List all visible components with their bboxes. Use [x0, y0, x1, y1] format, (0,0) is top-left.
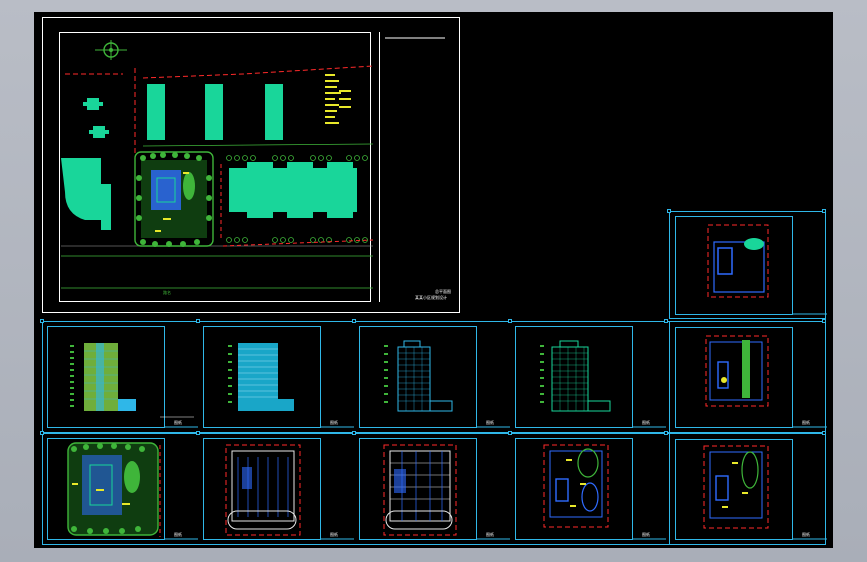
site-plan-sheet[interactable]: 路名 总平面图 某某小区规划设计 — [42, 17, 460, 313]
roof-plan-graphics — [707, 224, 827, 315]
grip-handle[interactable] — [196, 319, 200, 323]
title-block-line-1: 总平面图 — [435, 289, 451, 294]
row-plans: 图纸 图纸 图纸 图纸 图纸 — [42, 433, 827, 545]
sheet-ground-floor-plan[interactable]: 图纸 — [510, 433, 666, 545]
grip-handle[interactable] — [196, 431, 200, 435]
row-elevations: 图纸 图纸 图纸 图纸 图纸 — [42, 321, 827, 433]
sheet-second-floor-plan[interactable]: 图纸 — [669, 433, 827, 545]
road-label: 路名 — [163, 290, 171, 295]
sheet-basement-plan-2[interactable]: 图纸 — [354, 433, 510, 545]
grip-handle[interactable] — [352, 319, 356, 323]
title-block-line-2: 某某小区规划设计 — [415, 295, 447, 300]
basement-1-graphics — [225, 444, 354, 540]
grip-handle[interactable] — [667, 209, 671, 213]
grip-handle[interactable] — [822, 431, 826, 435]
grip-handle[interactable] — [664, 431, 668, 435]
elevation-3-stamp: 图纸 — [486, 420, 494, 425]
elevation-1-graphics — [70, 343, 198, 428]
grip-handle[interactable] — [40, 431, 44, 435]
basement-2-graphics — [383, 444, 510, 540]
grip-handle[interactable] — [508, 431, 512, 435]
elevation-2-stamp: 图纸 — [330, 420, 338, 425]
grip-handle[interactable] — [822, 209, 826, 213]
elevation-1-stamp: 图纸 — [174, 420, 182, 425]
elevation-3-graphics — [384, 340, 510, 428]
ground-floor-graphics — [543, 444, 666, 540]
upper-floor-stamp: 图纸 — [802, 420, 810, 425]
site-plan-graphics — [61, 37, 445, 289]
grip-handle[interactable] — [822, 319, 826, 323]
cad-model-space[interactable]: 路名 总平面图 某某小区规划设计 图纸 图纸 图纸 图纸 图纸 图纸 图纸 图纸… — [34, 12, 833, 548]
elevation-4-stamp: 图纸 — [642, 420, 650, 425]
grip-handle[interactable] — [664, 319, 668, 323]
sheet-elevation-1[interactable]: 图纸 — [42, 321, 198, 433]
second-floor-stamp: 图纸 — [802, 532, 810, 537]
sheet-upper-floor-plan[interactable]: 图纸 — [669, 321, 827, 433]
upper-floor-graphics — [705, 335, 827, 428]
north-arrow-icon — [95, 40, 127, 60]
second-floor-graphics — [703, 445, 827, 540]
sheet-elevation-3[interactable]: 图纸 — [354, 321, 510, 433]
sheet-site-detail[interactable]: 图纸 — [42, 433, 198, 545]
sheet-elevation-2[interactable]: 图纸 — [198, 321, 354, 433]
site-detail-stamp: 图纸 — [174, 532, 182, 537]
grip-handle[interactable] — [508, 319, 512, 323]
grip-handle[interactable] — [40, 319, 44, 323]
elevation-2-graphics — [228, 343, 354, 428]
site-detail-graphics — [67, 442, 198, 540]
sheet-basement-plan-1[interactable]: 图纸 — [198, 433, 354, 545]
grip-handle[interactable] — [352, 431, 356, 435]
sheet-elevation-4[interactable]: 图纸 — [510, 321, 666, 433]
basement-2-stamp: 图纸 — [486, 532, 494, 537]
sheet-roof-plan[interactable] — [669, 211, 827, 319]
elevation-4-graphics — [540, 340, 666, 428]
basement-1-stamp: 图纸 — [330, 532, 338, 537]
ground-floor-stamp: 图纸 — [642, 532, 650, 537]
